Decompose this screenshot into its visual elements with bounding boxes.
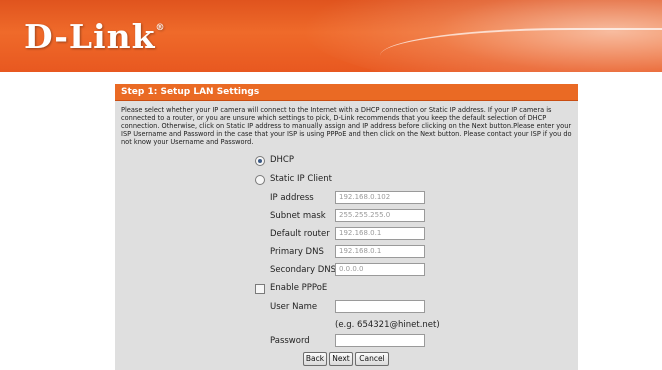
header-banner: D-Link®	[0, 0, 662, 72]
password-label: Password	[270, 336, 310, 346]
dhcp-radio[interactable]	[255, 156, 265, 166]
static-ip-label: Static IP Client	[270, 174, 332, 184]
subnet-mask-label: Subnet mask	[270, 211, 326, 221]
logo-text: D-Link	[24, 17, 156, 56]
next-button[interactable]: Next	[329, 352, 353, 366]
secondary-dns-input[interactable]: 0.0.0.0	[335, 263, 425, 276]
user-name-input[interactable]	[335, 300, 425, 313]
panel-title: Step 1: Setup LAN Settings	[115, 84, 578, 101]
subnet-mask-input[interactable]: 255.255.255.0	[335, 209, 425, 222]
registered-mark: ®	[155, 23, 166, 33]
setup-panel: Step 1: Setup LAN Settings Please select…	[115, 84, 578, 370]
ip-address-input[interactable]: 192.168.0.102	[335, 191, 425, 204]
secondary-dns-label: Secondary DNS	[270, 265, 337, 275]
ip-address-label: IP address	[270, 193, 314, 203]
back-button[interactable]: Back	[303, 352, 327, 366]
primary-dns-label: Primary DNS	[270, 247, 324, 257]
enable-pppoe-label: Enable PPPoE	[270, 283, 328, 293]
panel-description: Please select whether your IP camera wil…	[121, 106, 572, 146]
default-router-input[interactable]: 192.168.0.1	[335, 227, 425, 240]
enable-pppoe-checkbox[interactable]	[255, 284, 265, 294]
user-name-hint: (e.g. 654321@hinet.net)	[335, 320, 440, 330]
password-input[interactable]	[335, 334, 425, 347]
dlink-logo: D-Link®	[24, 17, 166, 56]
cancel-button[interactable]: Cancel	[355, 352, 389, 366]
user-name-label: User Name	[270, 302, 318, 312]
dhcp-label: DHCP	[270, 155, 294, 165]
static-ip-radio[interactable]	[255, 175, 265, 185]
primary-dns-input[interactable]: 192.168.0.1	[335, 245, 425, 258]
default-router-label: Default router	[270, 229, 330, 239]
